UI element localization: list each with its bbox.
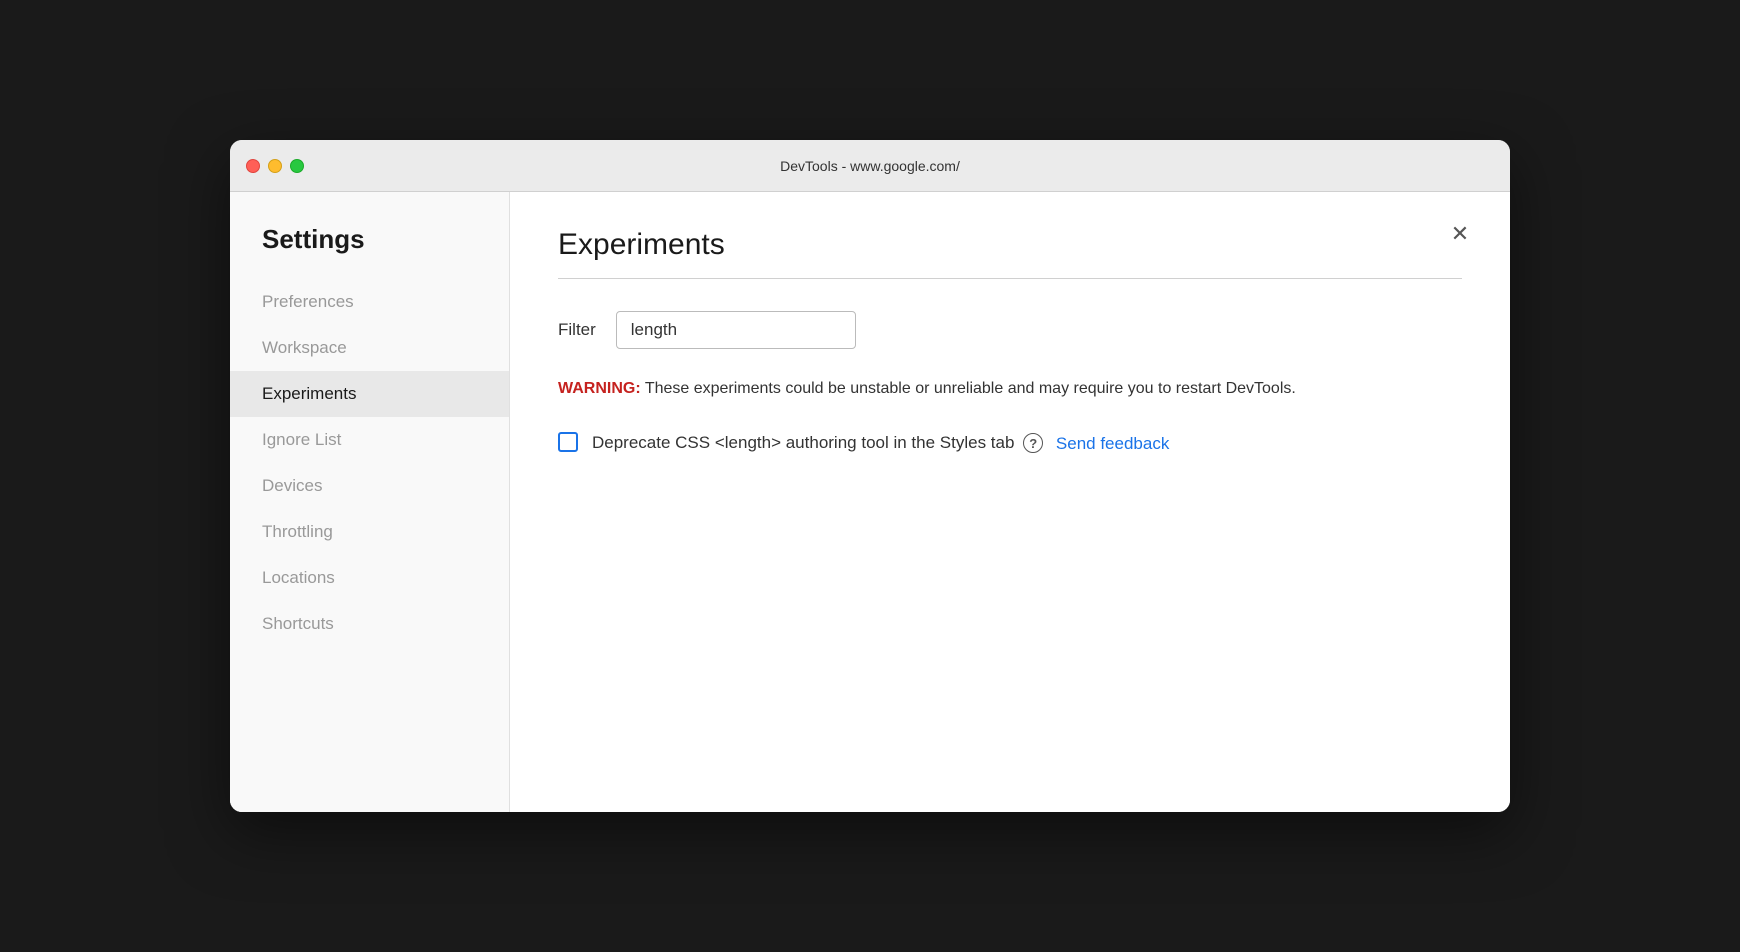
experiment-label-deprecate-css: Deprecate CSS <length> authoring tool in…	[592, 430, 1169, 456]
experiment-checkbox-deprecate-css[interactable]	[558, 432, 578, 452]
sidebar-item-experiments[interactable]: Experiments	[230, 371, 509, 417]
sidebar-item-shortcuts[interactable]: Shortcuts	[230, 601, 509, 647]
sidebar-item-throttling[interactable]: Throttling	[230, 509, 509, 555]
send-feedback-link[interactable]: Send feedback	[1056, 434, 1169, 453]
filter-label: Filter	[558, 320, 596, 340]
filter-row: Filter	[558, 311, 1462, 349]
warning-box: WARNING: These experiments could be unst…	[558, 377, 1418, 402]
sidebar-item-preferences[interactable]: Preferences	[230, 279, 509, 325]
settings-heading: Settings	[230, 224, 509, 279]
experiment-row-deprecate-css: Deprecate CSS <length> authoring tool in…	[558, 430, 1462, 456]
main-content: ✕ Experiments Filter WARNING: These expe…	[510, 192, 1510, 812]
sidebar-item-ignore-list[interactable]: Ignore List	[230, 417, 509, 463]
devtools-window: DevTools - www.google.com/ Settings Pref…	[230, 140, 1510, 812]
traffic-lights	[246, 159, 304, 173]
content-area: Settings Preferences Workspace Experimen…	[230, 192, 1510, 812]
sidebar: Settings Preferences Workspace Experimen…	[230, 192, 510, 812]
close-button[interactable]: ✕	[1446, 220, 1474, 248]
title-divider	[558, 278, 1462, 279]
warning-text: These experiments could be unstable or u…	[641, 380, 1296, 397]
help-icon[interactable]: ?	[1023, 433, 1043, 453]
titlebar: DevTools - www.google.com/	[230, 140, 1510, 192]
maximize-traffic-light[interactable]	[290, 159, 304, 173]
sidebar-item-devices[interactable]: Devices	[230, 463, 509, 509]
window-title: DevTools - www.google.com/	[780, 158, 960, 174]
sidebar-item-locations[interactable]: Locations	[230, 555, 509, 601]
page-title: Experiments	[558, 228, 1462, 262]
sidebar-item-workspace[interactable]: Workspace	[230, 325, 509, 371]
close-traffic-light[interactable]	[246, 159, 260, 173]
minimize-traffic-light[interactable]	[268, 159, 282, 173]
warning-label: WARNING:	[558, 380, 641, 397]
filter-input[interactable]	[616, 311, 856, 349]
